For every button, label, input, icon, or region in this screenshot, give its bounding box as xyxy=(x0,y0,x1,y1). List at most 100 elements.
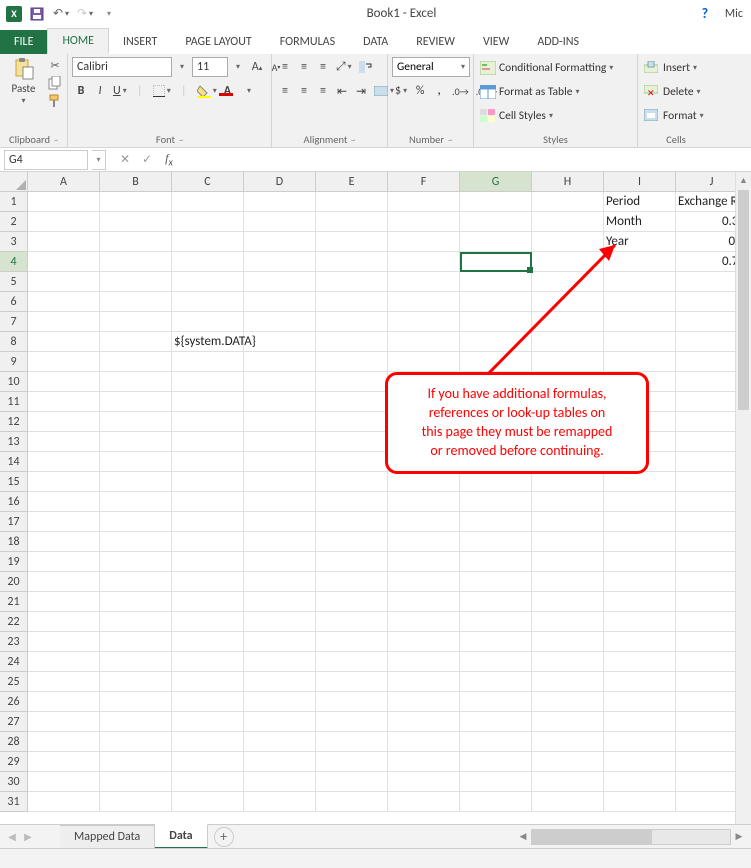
cell-A28[interactable] xyxy=(28,732,100,752)
column-header-D[interactable]: D xyxy=(244,172,316,191)
cell-G22[interactable] xyxy=(460,612,532,632)
cell-A10[interactable] xyxy=(28,372,100,392)
column-header-A[interactable]: A xyxy=(28,172,100,191)
cell-G28[interactable] xyxy=(460,732,532,752)
cell-B22[interactable] xyxy=(100,612,172,632)
row-header-25[interactable]: 25 xyxy=(0,672,28,692)
cell-F27[interactable] xyxy=(388,712,460,732)
cell-A27[interactable] xyxy=(28,712,100,732)
customize-qat-button[interactable]: ▾ xyxy=(100,5,118,23)
cell-C8[interactable]: ${system.DATA} xyxy=(172,332,244,352)
row-header-27[interactable]: 27 xyxy=(0,712,28,732)
cell-A11[interactable] xyxy=(28,392,100,412)
tab-file[interactable]: FILE xyxy=(0,30,47,54)
conditional-formatting-button[interactable]: Conditional Formatting ▾ xyxy=(478,57,615,79)
tab-formulas[interactable]: FORMULAS xyxy=(266,30,349,54)
cell-A24[interactable] xyxy=(28,652,100,672)
cell-D28[interactable] xyxy=(244,732,316,752)
cell-D2[interactable] xyxy=(244,212,316,232)
cell-I19[interactable] xyxy=(604,552,676,572)
cell-F6[interactable] xyxy=(388,292,460,312)
cell-C5[interactable] xyxy=(172,272,244,292)
cell-F25[interactable] xyxy=(388,672,460,692)
column-header-E[interactable]: E xyxy=(316,172,388,191)
cell-H20[interactable] xyxy=(532,572,604,592)
row-header-21[interactable]: 21 xyxy=(0,592,28,612)
cell-F23[interactable] xyxy=(388,632,460,652)
cell-B4[interactable] xyxy=(100,252,172,272)
row-header-23[interactable]: 23 xyxy=(0,632,28,652)
cell-H30[interactable] xyxy=(532,772,604,792)
cell-E17[interactable] xyxy=(316,512,388,532)
formula-input[interactable] xyxy=(180,150,751,170)
cell-D8[interactable] xyxy=(244,332,316,352)
cell-I28[interactable] xyxy=(604,732,676,752)
row-header-24[interactable]: 24 xyxy=(0,652,28,672)
cell-B9[interactable] xyxy=(100,352,172,372)
sheet-nav-next[interactable]: ▶ xyxy=(20,828,36,846)
cell-I17[interactable] xyxy=(604,512,676,532)
cell-B14[interactable] xyxy=(100,452,172,472)
cell-B27[interactable] xyxy=(100,712,172,732)
cell-F9[interactable] xyxy=(388,352,460,372)
row-header-16[interactable]: 16 xyxy=(0,492,28,512)
cell-B24[interactable] xyxy=(100,652,172,672)
cell-C7[interactable] xyxy=(172,312,244,332)
cell-G1[interactable] xyxy=(460,192,532,212)
cell-D11[interactable] xyxy=(244,392,316,412)
cell-D18[interactable] xyxy=(244,532,316,552)
cell-B7[interactable] xyxy=(100,312,172,332)
cell-I22[interactable] xyxy=(604,612,676,632)
cell-A22[interactable] xyxy=(28,612,100,632)
cell-C18[interactable] xyxy=(172,532,244,552)
cell-E22[interactable] xyxy=(316,612,388,632)
insert-cells-button[interactable]: Insert ▾ xyxy=(642,57,699,79)
cell-C3[interactable] xyxy=(172,232,244,252)
cell-D24[interactable] xyxy=(244,652,316,672)
cell-A16[interactable] xyxy=(28,492,100,512)
cell-E11[interactable] xyxy=(316,392,388,412)
row-header-17[interactable]: 17 xyxy=(0,512,28,532)
cell-G21[interactable] xyxy=(460,592,532,612)
underline-button[interactable]: U xyxy=(110,81,130,101)
row-header-12[interactable]: 12 xyxy=(0,412,28,432)
cell-F21[interactable] xyxy=(388,592,460,612)
tab-data[interactable]: DATA xyxy=(349,30,402,54)
cell-H15[interactable] xyxy=(532,472,604,492)
cell-C1[interactable] xyxy=(172,192,244,212)
cell-D15[interactable] xyxy=(244,472,316,492)
cell-E23[interactable] xyxy=(316,632,388,652)
tab-view[interactable]: VIEW xyxy=(469,30,523,54)
cell-D20[interactable] xyxy=(244,572,316,592)
row-header-4[interactable]: 4 xyxy=(0,252,28,272)
cell-D23[interactable] xyxy=(244,632,316,652)
cell-B30[interactable] xyxy=(100,772,172,792)
vertical-scrollbar[interactable]: ▲ ▼ xyxy=(735,172,751,848)
cell-G20[interactable] xyxy=(460,572,532,592)
cell-A7[interactable] xyxy=(28,312,100,332)
column-header-H[interactable]: H xyxy=(532,172,604,191)
horizontal-scrollbar[interactable]: ◀ ▶ xyxy=(234,829,751,845)
scroll-up-button[interactable]: ▲ xyxy=(736,172,751,188)
cell-A6[interactable] xyxy=(28,292,100,312)
cell-F17[interactable] xyxy=(388,512,460,532)
font-color-button[interactable]: A xyxy=(221,81,254,101)
cell-G17[interactable] xyxy=(460,512,532,532)
cell-B18[interactable] xyxy=(100,532,172,552)
cell-D26[interactable] xyxy=(244,692,316,712)
cell-I23[interactable] xyxy=(604,632,676,652)
cell-B10[interactable] xyxy=(100,372,172,392)
cell-A17[interactable] xyxy=(28,512,100,532)
cell-I16[interactable] xyxy=(604,492,676,512)
cell-B16[interactable] xyxy=(100,492,172,512)
cell-B21[interactable] xyxy=(100,592,172,612)
row-header-30[interactable]: 30 xyxy=(0,772,28,792)
tab-insert[interactable]: INSERT xyxy=(109,30,171,54)
cell-B3[interactable] xyxy=(100,232,172,252)
cell-B15[interactable] xyxy=(100,472,172,492)
align-top-button[interactable]: ≡ xyxy=(276,57,294,77)
cell-F4[interactable] xyxy=(388,252,460,272)
cell-I21[interactable] xyxy=(604,592,676,612)
row-header-8[interactable]: 8 xyxy=(0,332,28,352)
cell-H1[interactable] xyxy=(532,192,604,212)
